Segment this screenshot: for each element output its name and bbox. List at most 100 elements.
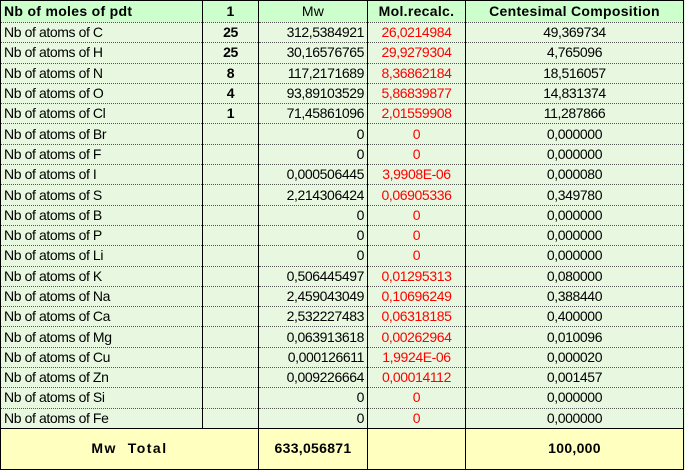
centesimal-cell[interactable]: 0,000080 bbox=[465, 164, 684, 186]
mw-cell[interactable]: 0 bbox=[258, 408, 368, 429]
mw-cell[interactable]: 0,000126611 bbox=[258, 347, 368, 369]
mol-recalc-cell[interactable]: 0 bbox=[367, 144, 466, 166]
centesimal-cell[interactable]: 4,765096 bbox=[465, 42, 684, 64]
centesimal-cell[interactable]: 0,000000 bbox=[465, 205, 684, 226]
mw-cell[interactable]: 0 bbox=[258, 144, 368, 166]
centesimal-cell[interactable]: 18,516057 bbox=[465, 63, 684, 84]
mw-cell[interactable]: 71,45861096 bbox=[258, 103, 368, 125]
mol-recalc-cell[interactable]: 3,9908E-06 bbox=[367, 164, 466, 186]
mol-recalc-cell[interactable]: 0 bbox=[367, 245, 466, 267]
mw-cell[interactable]: 0,506445497 bbox=[258, 266, 368, 287]
mw-cell[interactable]: 2,214306424 bbox=[258, 184, 368, 206]
centesimal-cell[interactable]: 0,080000 bbox=[465, 266, 684, 287]
mol-recalc-cell[interactable]: 1,9924E-06 bbox=[367, 347, 466, 369]
atom-count-cell[interactable]: 25 bbox=[202, 42, 259, 64]
atom-count-cell[interactable] bbox=[202, 123, 259, 145]
atom-count-cell[interactable] bbox=[202, 367, 259, 389]
mol-recalc-cell[interactable]: 2,01559908 bbox=[367, 103, 466, 125]
centesimal-cell[interactable]: 0,000000 bbox=[465, 387, 684, 409]
header-label-cell[interactable]: Nb of moles of pdt bbox=[0, 0, 203, 23]
atom-label-cell[interactable]: Nb of atoms of Cl bbox=[0, 103, 203, 125]
atom-count-cell[interactable] bbox=[202, 184, 259, 206]
atom-label-cell[interactable]: Nb of atoms of F bbox=[0, 144, 203, 166]
atom-label-cell[interactable]: Nb of atoms of I bbox=[0, 164, 203, 186]
atom-label-cell[interactable]: Nb of atoms of H bbox=[0, 42, 203, 64]
mol-recalc-cell[interactable]: 0,06905336 bbox=[367, 184, 466, 206]
total-mol-cell[interactable] bbox=[367, 427, 466, 470]
atom-label-cell[interactable]: Nb of atoms of Si bbox=[0, 387, 203, 409]
mol-recalc-cell[interactable]: 8,36862184 bbox=[367, 63, 466, 84]
atom-label-cell[interactable]: Nb of atoms of P bbox=[0, 225, 203, 247]
mol-recalc-cell[interactable]: 0 bbox=[367, 408, 466, 429]
centesimal-cell[interactable]: 0,000000 bbox=[465, 144, 684, 166]
mol-recalc-cell[interactable]: 5,86839877 bbox=[367, 83, 466, 105]
atom-count-cell[interactable] bbox=[202, 347, 259, 369]
mol-recalc-cell[interactable]: 0 bbox=[367, 387, 466, 409]
atom-count-cell[interactable]: 1 bbox=[202, 103, 259, 125]
header-mw-cell[interactable]: Mw bbox=[258, 0, 368, 23]
mw-cell[interactable]: 0 bbox=[258, 123, 368, 145]
atom-label-cell[interactable]: Nb of atoms of B bbox=[0, 205, 203, 226]
centesimal-cell[interactable]: 0,000000 bbox=[465, 245, 684, 267]
atom-count-cell[interactable] bbox=[202, 245, 259, 267]
atom-count-cell[interactable] bbox=[202, 286, 259, 308]
header-moles-cell[interactable]: 1 bbox=[202, 0, 259, 23]
atom-label-cell[interactable]: Nb of atoms of N bbox=[0, 63, 203, 84]
mw-cell[interactable]: 0 bbox=[258, 245, 368, 267]
centesimal-cell[interactable]: 49,369734 bbox=[465, 22, 684, 44]
atom-label-cell[interactable]: Nb of atoms of Cu bbox=[0, 347, 203, 369]
centesimal-cell[interactable]: 0,388440 bbox=[465, 286, 684, 308]
centesimal-cell[interactable]: 0,010096 bbox=[465, 326, 684, 348]
atom-count-cell[interactable] bbox=[202, 144, 259, 166]
mw-cell[interactable]: 0 bbox=[258, 205, 368, 226]
mw-cell[interactable]: 0 bbox=[258, 225, 368, 247]
centesimal-cell[interactable]: 14,831374 bbox=[465, 83, 684, 105]
mol-recalc-cell[interactable]: 0 bbox=[367, 123, 466, 145]
mol-recalc-cell[interactable]: 0,10696249 bbox=[367, 286, 466, 308]
atom-count-cell[interactable] bbox=[202, 205, 259, 226]
atom-label-cell[interactable]: Nb of atoms of O bbox=[0, 83, 203, 105]
header-molrecalc-cell[interactable]: Mol.recalc. bbox=[367, 0, 466, 23]
atom-label-cell[interactable]: Nb of atoms of Li bbox=[0, 245, 203, 267]
total-mw-cell[interactable]: 633,056871 bbox=[258, 427, 368, 470]
mol-recalc-cell[interactable]: 29,9279304 bbox=[367, 42, 466, 64]
centesimal-cell[interactable]: 0,001457 bbox=[465, 367, 684, 389]
centesimal-cell[interactable]: 0,000000 bbox=[465, 408, 684, 429]
mw-cell[interactable]: 30,16576765 bbox=[258, 42, 368, 64]
mw-cell[interactable]: 93,89103529 bbox=[258, 83, 368, 105]
centesimal-cell[interactable]: 0,349780 bbox=[465, 184, 684, 206]
atom-label-cell[interactable]: Nb of atoms of Mg bbox=[0, 326, 203, 348]
atom-count-cell[interactable]: 25 bbox=[202, 22, 259, 44]
atom-label-cell[interactable]: Nb of atoms of K bbox=[0, 266, 203, 287]
total-centesimal-cell[interactable]: 100,000 bbox=[465, 427, 684, 470]
mw-cell[interactable]: 0,000506445 bbox=[258, 164, 368, 186]
mol-recalc-cell[interactable]: 0,00262964 bbox=[367, 326, 466, 348]
atom-count-cell[interactable] bbox=[202, 164, 259, 186]
atom-count-cell[interactable] bbox=[202, 266, 259, 287]
mw-cell[interactable]: 0 bbox=[258, 387, 368, 409]
mol-recalc-cell[interactable]: 0,00014112 bbox=[367, 367, 466, 389]
mol-recalc-cell[interactable]: 0,06318185 bbox=[367, 306, 466, 328]
atom-count-cell[interactable] bbox=[202, 225, 259, 247]
atom-label-cell[interactable]: Nb of atoms of C bbox=[0, 22, 203, 44]
atom-label-cell[interactable]: Nb of atoms of Ca bbox=[0, 306, 203, 328]
atom-count-cell[interactable] bbox=[202, 387, 259, 409]
atom-label-cell[interactable]: Nb of atoms of Fe bbox=[0, 408, 203, 429]
mw-cell[interactable]: 2,532227483 bbox=[258, 306, 368, 328]
mw-cell[interactable]: 117,2171689 bbox=[258, 63, 368, 84]
atom-label-cell[interactable]: Nb of atoms of Na bbox=[0, 286, 203, 308]
atom-label-cell[interactable]: Nb of atoms of Zn bbox=[0, 367, 203, 389]
mol-recalc-cell[interactable]: 26,0214984 bbox=[367, 22, 466, 44]
atom-label-cell[interactable]: Nb of atoms of S bbox=[0, 184, 203, 206]
atom-count-cell[interactable] bbox=[202, 408, 259, 429]
total-label-cell[interactable]: Mw Total bbox=[0, 427, 259, 470]
atom-count-cell[interactable] bbox=[202, 326, 259, 348]
atom-count-cell[interactable] bbox=[202, 306, 259, 328]
mw-cell[interactable]: 2,459043049 bbox=[258, 286, 368, 308]
centesimal-cell[interactable]: 0,000000 bbox=[465, 123, 684, 145]
mol-recalc-cell[interactable]: 0 bbox=[367, 205, 466, 226]
atom-label-cell[interactable]: Nb of atoms of Br bbox=[0, 123, 203, 145]
mol-recalc-cell[interactable]: 0 bbox=[367, 225, 466, 247]
header-centesimal-cell[interactable]: Centesimal Composition bbox=[465, 0, 684, 23]
centesimal-cell[interactable]: 0,000020 bbox=[465, 347, 684, 369]
